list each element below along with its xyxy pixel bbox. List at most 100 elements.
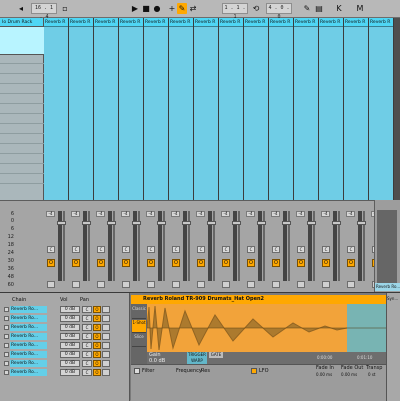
chain-name[interactable]: Reverb Ro... (10, 333, 47, 340)
fader-handle[interactable] (232, 221, 241, 225)
chain-row[interactable]: Reverb Ro... 0 dB C O (3, 315, 129, 323)
chain-row[interactable]: Reverb Ro... 0 dB C O (3, 342, 129, 350)
chain-solo-button[interactable] (102, 333, 110, 340)
clip-slot[interactable] (0, 183, 44, 184)
chain-volume[interactable]: 0 dB (60, 315, 80, 322)
track-title[interactable]: Reverb R (194, 18, 218, 27)
chain-select-icon[interactable] (4, 325, 9, 330)
track-activator-button[interactable]: O (322, 259, 330, 267)
chain-name[interactable]: Reverb Ro... (10, 306, 47, 313)
track-clip-slots[interactable] (169, 27, 193, 207)
track-clip-slots[interactable] (94, 27, 118, 207)
track-column[interactable]: Reverb R (219, 18, 244, 207)
solo-button[interactable] (197, 281, 205, 288)
pan-center-button[interactable]: C (272, 246, 280, 253)
fade-in-value[interactable]: 0.00 ms (316, 372, 332, 377)
track-column[interactable]: Reverb R (244, 18, 269, 207)
chain-select-icon[interactable] (4, 334, 9, 339)
track-title[interactable]: Reverb R (344, 18, 368, 27)
gate-button[interactable]: GATE (209, 352, 223, 358)
chain-activator-button[interactable]: O (93, 369, 101, 376)
clip-slot[interactable] (0, 163, 44, 164)
solo-button[interactable] (322, 281, 330, 288)
solo-button[interactable] (272, 281, 280, 288)
track-column[interactable]: Reverb R (69, 18, 94, 207)
overdub-icon[interactable]: + (167, 3, 177, 14)
solo-button[interactable] (147, 281, 155, 288)
solo-button[interactable] (172, 281, 180, 288)
track-title[interactable]: Reverb R (219, 18, 243, 27)
pan-center-button[interactable]: C (322, 246, 330, 253)
stop-button[interactable]: ■ (141, 3, 151, 14)
track-clip-slots[interactable] (269, 27, 293, 207)
track-title[interactable]: Reverb R (269, 18, 293, 27)
volume-value[interactable]: -4 (171, 211, 180, 217)
chain-row[interactable]: Reverb Ro... 0 dB C O (3, 333, 129, 341)
volume-value[interactable]: -4 (146, 211, 155, 217)
session-record-icon[interactable]: ⇄ (188, 3, 198, 14)
volume-value[interactable]: -4 (71, 211, 80, 217)
chain-solo-button[interactable] (102, 324, 110, 331)
track-clip-slots[interactable] (194, 27, 218, 207)
track-clip-slots[interactable] (144, 27, 168, 207)
follow-icon[interactable]: ▫ (60, 3, 70, 14)
clip-slot[interactable] (0, 83, 44, 84)
track-clip-slots[interactable] (69, 27, 93, 207)
solo-button[interactable] (122, 281, 130, 288)
lfo-toggle[interactable] (251, 368, 257, 374)
key-map-icon[interactable]: K (334, 3, 344, 14)
chain-solo-button[interactable] (102, 351, 110, 358)
track-title[interactable]: Reverb R (119, 18, 143, 27)
chain-select-icon[interactable] (4, 316, 9, 321)
midi-map-icon[interactable]: M (355, 3, 365, 14)
pan-center-button[interactable]: C (47, 246, 55, 253)
chain-volume[interactable]: 0 dB (60, 360, 80, 367)
solo-button[interactable] (247, 281, 255, 288)
track-column[interactable]: Reverb R (144, 18, 169, 207)
song-position[interactable]: 16 . 1 . 4 (31, 3, 57, 20)
track-title[interactable]: Reverb R (319, 18, 343, 27)
drum-rack-clip[interactable] (0, 27, 44, 55)
chain-pan[interactable]: C (82, 342, 92, 349)
track-clip-slots[interactable] (344, 27, 368, 207)
automation-arm-button[interactable]: ✎ (177, 3, 187, 14)
volume-value[interactable]: -4 (271, 211, 280, 217)
track-activator-button[interactable]: O (172, 259, 180, 267)
volume-value[interactable]: -4 (221, 211, 230, 217)
track-clip-slots[interactable] (219, 27, 243, 207)
track-column[interactable]: Reverb R (169, 18, 194, 207)
clip-slot[interactable] (0, 153, 44, 154)
chain-pan[interactable]: C (82, 315, 92, 322)
chain-row[interactable]: Reverb Ro... 0 dB C O (3, 360, 129, 368)
pan-center-button[interactable]: C (122, 246, 130, 253)
fader-handle[interactable] (257, 221, 266, 225)
chain-activator-button[interactable]: O (93, 315, 101, 322)
pan-center-button[interactable]: C (297, 246, 305, 253)
chain-name[interactable]: Reverb Ro... (10, 342, 47, 349)
play-button[interactable]: ▶ (130, 3, 140, 14)
track-clip-slots[interactable] (369, 27, 393, 207)
track-activator-button[interactable]: O (222, 259, 230, 267)
chain-activator-button[interactable]: O (93, 333, 101, 340)
chain-pan[interactable]: C (82, 333, 92, 340)
chain-row[interactable]: Reverb Ro... 0 dB C O (3, 369, 129, 377)
chain-select-icon[interactable] (4, 370, 9, 375)
chain-solo-button[interactable] (102, 369, 110, 376)
fader-handle[interactable] (207, 221, 216, 225)
mode-tab-classic[interactable]: Classic (132, 306, 146, 319)
clip-slot[interactable] (0, 143, 44, 144)
track-activator-button[interactable]: O (72, 259, 80, 267)
chain-volume[interactable]: 0 dB (60, 306, 80, 313)
chain-volume[interactable]: 0 dB (60, 333, 80, 340)
fader-handle[interactable] (157, 221, 166, 225)
chain-activator-button[interactable]: O (93, 324, 101, 331)
volume-value[interactable]: -4 (196, 211, 205, 217)
chain-pan[interactable]: C (82, 324, 92, 331)
track-column[interactable]: Reverb R (119, 18, 144, 207)
track-activator-button[interactable]: O (197, 259, 205, 267)
chain-volume[interactable]: 0 dB (60, 351, 80, 358)
chain-name[interactable]: Reverb Ro... (10, 369, 47, 376)
solo-button[interactable] (222, 281, 230, 288)
track-activator-button[interactable]: O (347, 259, 355, 267)
draw-mode-icon[interactable]: ✎ (302, 3, 312, 14)
